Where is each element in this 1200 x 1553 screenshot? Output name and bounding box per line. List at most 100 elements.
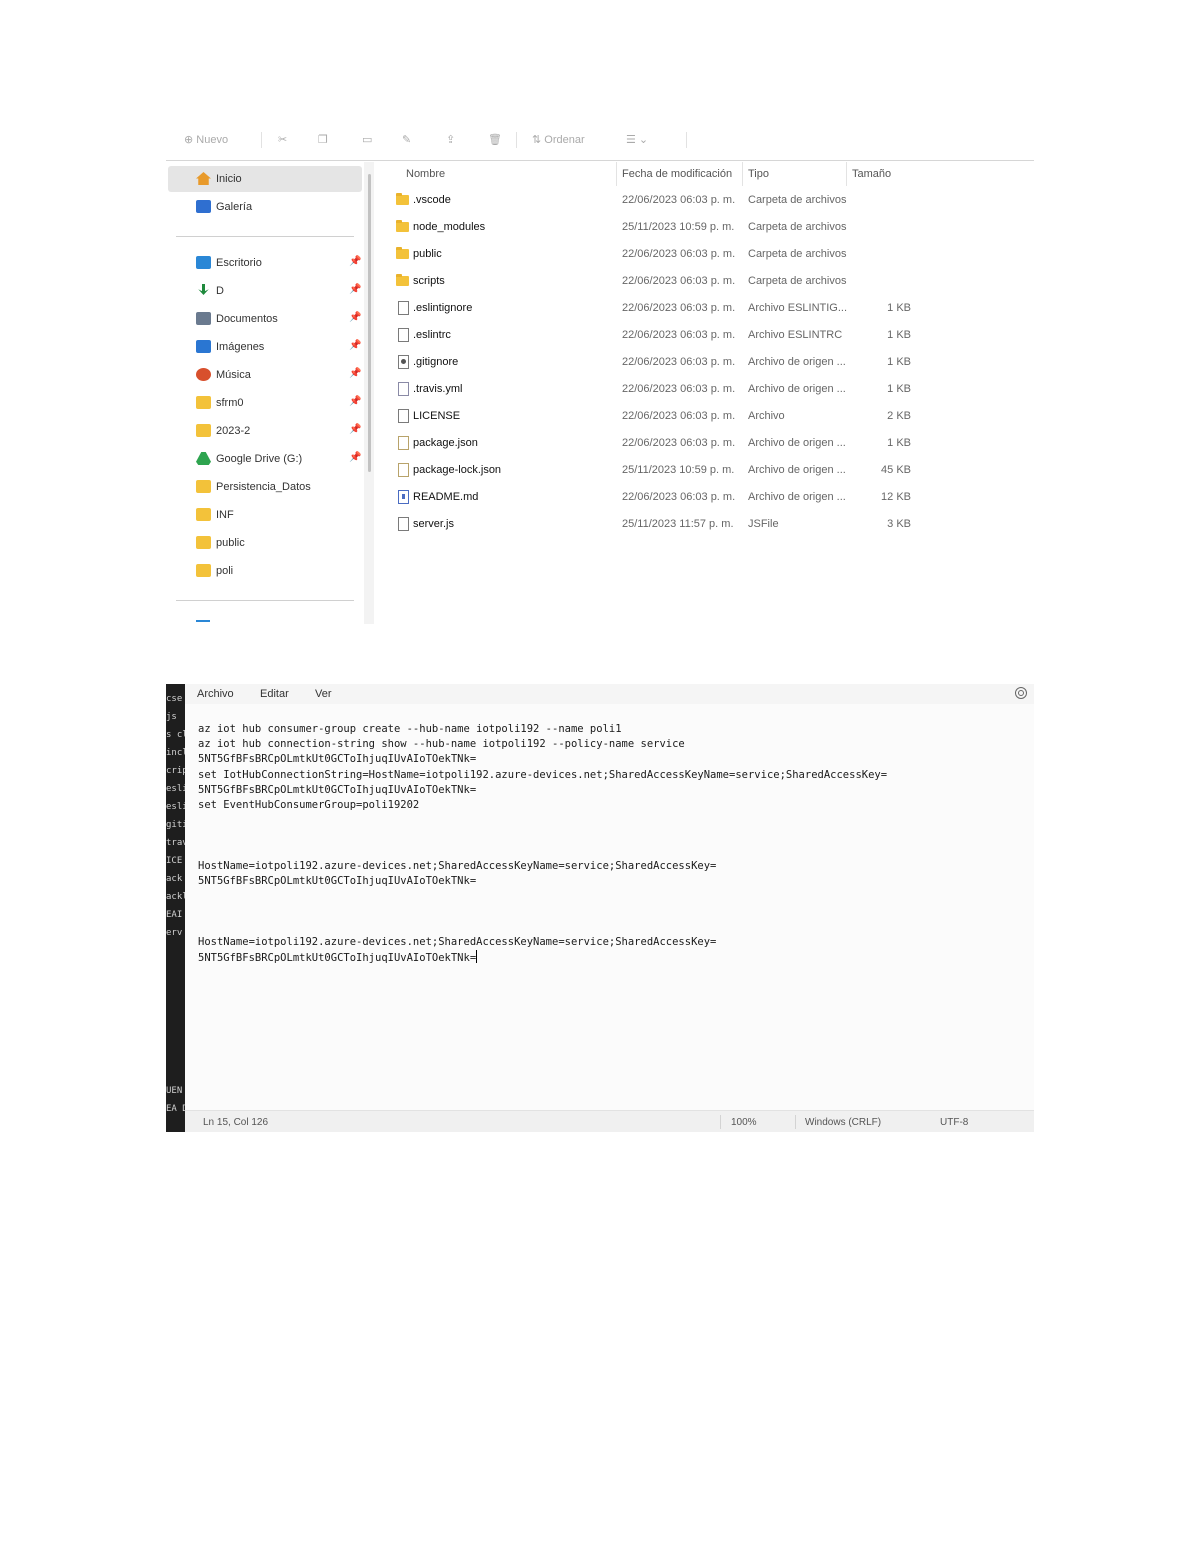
- copy-icon[interactable]: ❐: [318, 133, 328, 147]
- file-icon: [398, 328, 409, 342]
- file-name: server.js: [413, 518, 454, 530]
- new-button[interactable]: ⊕ Nuevo: [184, 133, 228, 147]
- pin-icon[interactable]: 📌: [349, 368, 361, 379]
- sidebar-item-label: Galería: [216, 201, 253, 213]
- text-line: 5NT5GfBFsBRCpOLmtkUt0GCToIhjuqIUvAIoTOek…: [198, 783, 477, 796]
- pin-icon[interactable]: 📌: [349, 396, 361, 407]
- line-ending: Windows (CRLF): [805, 1117, 882, 1128]
- folder-icon: [196, 508, 211, 521]
- column-header-size[interactable]: Tamaño: [852, 168, 891, 180]
- file-size: 1 KB: [887, 302, 911, 314]
- sidebar-item[interactable]: INF: [168, 502, 362, 528]
- background-editor-text: js: [166, 712, 177, 722]
- settings-gear-icon[interactable]: [1015, 687, 1027, 699]
- menu-editar[interactable]: Editar: [260, 688, 289, 700]
- sidebar-item[interactable]: Galería: [168, 194, 362, 220]
- background-editor-text: erv: [166, 928, 183, 938]
- text-line: 5NT5GfBFsBRCpOLmtkUt0GCToIhjuqIUvAIoTOek…: [198, 753, 477, 766]
- notepad-status-bar: Ln 15, Col 126 100% Windows (CRLF) UTF-8: [185, 1110, 1034, 1132]
- notepad-text-area[interactable]: az iot hub consumer-group create --hub-n…: [198, 722, 1018, 1102]
- delete-icon[interactable]: 🗑: [488, 133, 502, 147]
- file-row[interactable]: README.md 22/06/2023 06:03 p. m. Archivo d…: [376, 484, 1034, 511]
- column-header-date[interactable]: Fecha de modificación: [622, 168, 732, 180]
- sidebar-item[interactable]: Google Drive (G:) 📌: [168, 446, 362, 472]
- text-line: set IotHubConnectionString=HostName=iotp…: [198, 768, 888, 781]
- sort-button[interactable]: ⇅ Ordenar: [532, 133, 585, 147]
- file-type: Carpeta de archivos: [748, 194, 847, 206]
- rename-icon[interactable]: ✎: [402, 133, 411, 147]
- paste-icon[interactable]: ▭: [362, 133, 372, 147]
- sidebar-item[interactable]: Inicio: [168, 166, 362, 192]
- background-editor-text: ICE: [166, 856, 183, 866]
- column-header-name[interactable]: Nombre: [406, 168, 445, 180]
- folder-icon: [396, 247, 409, 259]
- file-row[interactable]: .eslintrc 22/06/2023 06:03 p. m. Archivo E…: [376, 322, 1034, 349]
- sidebar-item[interactable]: Documentos 📌: [168, 306, 362, 332]
- sidebar-item[interactable]: 2023-2 📌: [168, 418, 362, 444]
- cut-icon[interactable]: ✂: [278, 133, 287, 147]
- file-size: 3 KB: [887, 518, 911, 530]
- file-icon: [398, 301, 409, 315]
- pin-icon[interactable]: 📌: [349, 256, 361, 267]
- sidebar-item[interactable]: Escritorio 📌: [168, 250, 362, 276]
- sidebar-item[interactable]: D 📌: [168, 278, 362, 304]
- file-list: Nombre Fecha de modificación Tipo Tamaño…: [376, 160, 1034, 624]
- zoom-level: 100%: [731, 1117, 757, 1128]
- file-row[interactable]: LICENSE 22/06/2023 06:03 p. m. Archivo 2 KB: [376, 403, 1034, 430]
- sidebar-item-label: INF: [216, 509, 234, 521]
- file-size: 1 KB: [887, 383, 911, 395]
- background-editor-text: EA D: [166, 1104, 185, 1114]
- folder-icon: [196, 536, 211, 549]
- background-editor-text: ack: [166, 874, 183, 884]
- file-row[interactable]: .eslintignore 22/06/2023 06:03 p. m. Archi…: [376, 295, 1034, 322]
- file-icon: [398, 517, 409, 531]
- file-type: Archivo de origen ...: [748, 356, 846, 368]
- sidebar-item[interactable]: sfrm0 📌: [168, 390, 362, 416]
- text-line: [198, 813, 1018, 828]
- text-line: [198, 904, 1018, 919]
- explorer-toolbar: ⊕ Nuevo ✂ ❐ ▭ ✎ ⇪ 🗑 ⇅ Ordenar ☰ ⌄: [166, 124, 1034, 161]
- file-size: 1 KB: [887, 356, 911, 368]
- view-button[interactable]: ☰ ⌄: [626, 133, 648, 147]
- pin-icon[interactable]: 📌: [349, 424, 361, 435]
- file-date: 25/11/2023 10:59 p. m.: [622, 464, 735, 476]
- file-date: 22/06/2023 06:03 p. m.: [622, 275, 736, 287]
- file-row[interactable]: .travis.yml 22/06/2023 06:03 p. m. Archivo…: [376, 376, 1034, 403]
- pin-icon[interactable]: 📌: [349, 312, 361, 323]
- file-row[interactable]: public 22/06/2023 06:03 p. m. Carpeta de a…: [376, 241, 1034, 268]
- file-date: 22/06/2023 06:03 p. m.: [622, 491, 736, 503]
- file-row[interactable]: server.js 25/11/2023 11:57 p. m. JSFile 3 K…: [376, 511, 1034, 538]
- sidebar-item[interactable]: poli: [168, 558, 362, 584]
- folder-icon: [396, 274, 409, 286]
- file-row[interactable]: scripts 22/06/2023 06:03 p. m. Carpeta de …: [376, 268, 1034, 295]
- text-line: [198, 889, 1018, 904]
- sidebar-item-label: public: [216, 537, 245, 549]
- file-row[interactable]: package.json 22/06/2023 06:03 p. m. Archiv…: [376, 430, 1034, 457]
- file-row[interactable]: node_modules 25/11/2023 10:59 p. m. Carpet…: [376, 214, 1034, 241]
- pin-icon[interactable]: 📌: [349, 340, 361, 351]
- menu-ver[interactable]: Ver: [315, 688, 332, 700]
- file-row[interactable]: .gitignore 22/06/2023 06:03 p. m. Archivo …: [376, 349, 1034, 376]
- file-type: Archivo ESLINTRC: [748, 329, 843, 341]
- this-pc-icon: [196, 620, 210, 622]
- sidebar-item[interactable]: Música 📌: [168, 362, 362, 388]
- background-editor-text: eslin: [166, 802, 185, 812]
- share-icon[interactable]: ⇪: [446, 133, 455, 147]
- nav-scrollbar-thumb[interactable]: [368, 174, 371, 472]
- file-row[interactable]: .vscode 22/06/2023 06:03 p. m. Carpeta de …: [376, 187, 1034, 214]
- sidebar-item[interactable]: Imágenes 📌: [168, 334, 362, 360]
- column-header-type[interactable]: Tipo: [748, 168, 769, 180]
- menu-archivo[interactable]: Archivo: [197, 688, 234, 700]
- sidebar-item-label: Inicio: [216, 173, 242, 185]
- sidebar-item-label: Imágenes: [216, 341, 265, 353]
- text-line: az iot hub connection-string show --hub-…: [198, 738, 685, 751]
- sidebar-item[interactable]: Persistencia_Datos: [168, 474, 362, 500]
- file-row[interactable]: package-lock.json 25/11/2023 10:59 p. m. A…: [376, 457, 1034, 484]
- background-editor-text: EAI: [166, 910, 183, 920]
- pin-icon[interactable]: 📌: [349, 452, 361, 463]
- sidebar-item[interactable]: public: [168, 530, 362, 556]
- text-line: set EventHubConsumerGroup=poli19202: [198, 798, 420, 811]
- folder-icon: [396, 193, 409, 205]
- pin-icon[interactable]: 📌: [349, 284, 361, 295]
- file-name: node_modules: [413, 221, 486, 233]
